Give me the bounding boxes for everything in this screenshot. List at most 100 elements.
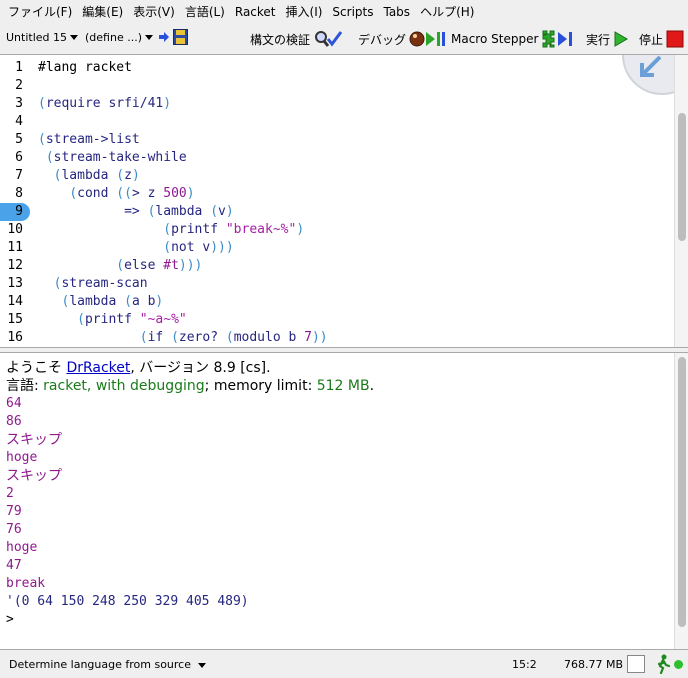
macro-stepper-button[interactable]: Macro Stepper — [451, 30, 579, 48]
line-number-gutter: 1 2 3 4 5 6 7 8 9 10 11 12 13 14 15 16 — [0, 59, 30, 347]
menu-file[interactable]: ファイル(F) — [3, 0, 77, 25]
output-line: hoge — [6, 450, 38, 465]
save-button[interactable] — [155, 29, 188, 45]
language-selector[interactable]: Determine language from source — [9, 658, 206, 671]
code-line: (stream-take-while — [45, 150, 187, 165]
toolbar: Untitled 15 (define ...) 構文の検証 デバッグ Macr… — [0, 26, 688, 51]
line-number: 8 — [15, 186, 23, 201]
arrow-right-icon — [159, 32, 169, 42]
output-line: break — [6, 576, 46, 591]
menu-insert[interactable]: 挿入(I) — [281, 0, 328, 25]
code-line: (printf "break~%") — [163, 222, 305, 237]
code-line: (else #t))) — [116, 258, 203, 273]
source-code[interactable]: #lang racket (require srfi/41) (stream->… — [38, 59, 674, 347]
check-syntax-button[interactable]: 構文の検証 — [250, 30, 343, 48]
welcome-suffix: , バージョン 8.9 [cs]. — [130, 360, 271, 376]
line-number: 4 — [15, 114, 23, 129]
debug-button[interactable]: デバッグ — [358, 30, 447, 48]
chevron-down-icon — [70, 35, 79, 40]
output-line: 79 — [6, 504, 22, 519]
language-label: 言語: — [6, 378, 44, 394]
menu-language[interactable]: 言語(L) — [180, 0, 230, 25]
line-number: 16 — [7, 330, 23, 345]
code-line: (stream->list — [38, 132, 140, 147]
memory-usage[interactable]: 768.77 MB — [564, 658, 623, 671]
drracket-link[interactable]: DrRacket — [66, 360, 130, 376]
define-menu-label: (define ...) — [85, 31, 142, 44]
memory-end: . — [369, 378, 375, 394]
macro-stepper-icon — [542, 30, 573, 48]
run-button[interactable]: 実行 — [586, 30, 629, 48]
cursor-position: 15:2 — [512, 658, 537, 671]
menu-help[interactable]: ヘルプ(H) — [415, 0, 479, 25]
code-line: (cond ((> z 500) — [69, 186, 195, 201]
welcome-message: ようこそ DrRacket, バージョン 8.9 [cs]. — [6, 359, 670, 377]
line-number: 12 — [7, 258, 23, 273]
file-name-label: Untitled 15 — [6, 31, 68, 44]
chevron-down-icon — [197, 662, 206, 668]
code-line: (lambda (a b) — [61, 294, 164, 309]
menu-bar: ファイル(F) 編集(E) 表示(V) 言語(L) Racket 挿入(I) S… — [0, 0, 688, 25]
repl-prompt[interactable]: > — [6, 611, 670, 629]
editor-scrollbar[interactable] — [674, 55, 688, 347]
check-syntax-label: 構文の検証 — [250, 32, 311, 47]
stop-label: 停止 — [639, 32, 664, 47]
line-number: 6 — [15, 150, 23, 165]
status-indicator-dot — [674, 660, 683, 669]
interactions-scrollbar[interactable] — [674, 353, 688, 649]
chevron-down-icon — [145, 35, 153, 40]
definitions-editor[interactable]: 1 2 3 4 5 6 7 8 9 10 11 12 13 14 15 16 #… — [0, 54, 688, 348]
menu-view[interactable]: 表示(V) — [128, 0, 180, 25]
output-line: hoge — [6, 540, 38, 555]
output-line: 76 — [6, 522, 22, 537]
output-line: スキップ — [6, 468, 62, 484]
line-number: 1 — [15, 60, 23, 75]
code-line: (printf "~a~%" — [77, 312, 187, 327]
bug-play-icon — [409, 31, 446, 47]
line-number: 15 — [7, 312, 23, 327]
macro-stepper-label: Macro Stepper — [451, 32, 539, 46]
menu-racket[interactable]: Racket — [230, 0, 281, 25]
output-line: 86 — [6, 414, 22, 429]
floppy-disk-icon — [173, 29, 188, 45]
code-line: #lang racket — [38, 60, 132, 75]
file-name-menu[interactable]: Untitled 15 — [6, 31, 79, 44]
line-number: 11 — [7, 240, 23, 255]
stop-button[interactable]: 停止 — [639, 30, 684, 48]
code-line: (require srfi/41) — [38, 96, 172, 111]
stop-icon — [666, 30, 684, 48]
interactions-window[interactable]: ようこそ DrRacket, バージョン 8.9 [cs]. 言語: racke… — [0, 352, 688, 650]
running-person-icon — [657, 654, 671, 674]
line-number: 13 — [7, 276, 23, 291]
define-menu[interactable]: (define ...) — [85, 31, 153, 44]
language-info: 言語: racket, with debugging; memory limit… — [6, 377, 670, 395]
code-line: (not v))) — [163, 240, 234, 255]
output-line: 64 — [6, 396, 22, 411]
arrow-down-left-icon — [640, 55, 662, 77]
run-label: 実行 — [586, 32, 611, 47]
code-line: (stream-scan — [53, 276, 148, 291]
debug-label: デバッグ — [358, 32, 407, 47]
breakpoint-line-number[interactable]: 9 — [0, 203, 30, 221]
line-number: 3 — [15, 96, 23, 111]
line-number: 2 — [15, 78, 23, 93]
magnifier-check-icon — [315, 31, 343, 47]
output-line: スキップ — [6, 432, 62, 448]
result-value: '(0 64 150 248 250 329 405 489) — [6, 594, 249, 609]
line-number: 7 — [15, 168, 23, 183]
welcome-prefix: ようこそ — [6, 360, 67, 376]
line-number: 14 — [7, 294, 23, 309]
menu-tabs[interactable]: Tabs — [378, 0, 415, 25]
scrollbar-thumb[interactable] — [678, 357, 686, 627]
menu-scripts[interactable]: Scripts — [327, 0, 378, 25]
language-selector-label: Determine language from source — [9, 658, 191, 671]
line-number: 10 — [7, 222, 23, 237]
menu-edit[interactable]: 編集(E) — [77, 0, 128, 25]
code-line: (if (zero? (modulo b 7)) — [139, 330, 328, 345]
output-line: 2 — [6, 486, 14, 501]
play-icon — [614, 31, 629, 47]
scrollbar-thumb[interactable] — [678, 113, 686, 241]
memory-value: 512 MB — [316, 378, 370, 394]
